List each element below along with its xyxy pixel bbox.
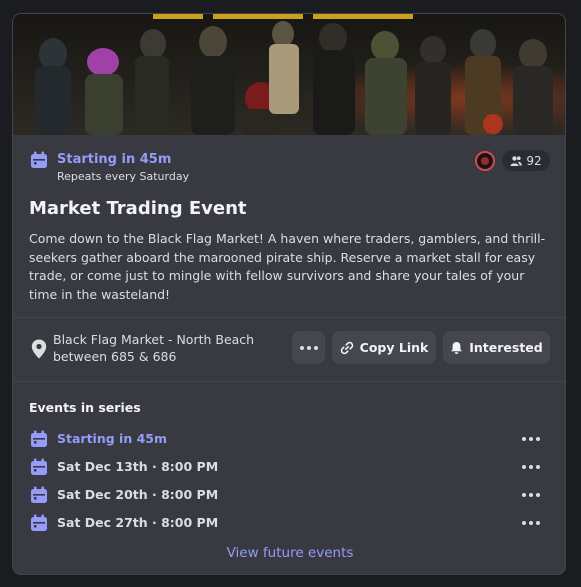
event-cover-image	[13, 14, 565, 135]
series-item[interactable]: Sat Dec 13th · 8:00 PM	[13, 456, 565, 478]
interested-label: Interested	[469, 340, 543, 355]
calendar-icon	[29, 429, 48, 448]
series-item[interactable]: Sat Dec 27th · 8:00 PM	[13, 512, 565, 534]
view-future-events-link[interactable]: View future events	[13, 545, 565, 561]
repeat-note: Repeats every Saturday	[57, 170, 190, 183]
series-item-label: Starting in 45m	[57, 431, 167, 446]
series-item-label: Sat Dec 27th · 8:00 PM	[57, 515, 219, 530]
calendar-icon	[29, 485, 48, 504]
copy-link-button[interactable]: Copy Link	[332, 331, 436, 364]
bell-icon	[450, 341, 463, 355]
event-title: Market Trading Event	[29, 198, 247, 219]
series-item-label: Sat Dec 13th · 8:00 PM	[57, 459, 219, 474]
server-avatar[interactable]	[475, 151, 495, 171]
more-dots-icon	[522, 493, 540, 497]
event-card: Starting in 45m Repeats every Saturday 9…	[12, 13, 566, 575]
more-options-button[interactable]	[292, 331, 325, 364]
event-description: Come down to the Black Flag Market! A ha…	[29, 231, 546, 302]
calendar-icon	[29, 150, 48, 169]
series-item-more-button[interactable]	[519, 484, 543, 506]
copy-link-label: Copy Link	[359, 340, 429, 355]
divider	[13, 317, 565, 318]
location-line-2: between 685 & 686	[53, 349, 177, 364]
attendee-count-badge[interactable]: 92	[502, 150, 550, 171]
series-item-label: Sat Dec 20th · 8:00 PM	[57, 487, 219, 502]
series-item[interactable]: Sat Dec 20th · 8:00 PM	[13, 484, 565, 506]
calendar-icon	[29, 513, 48, 532]
divider	[13, 381, 565, 382]
series-item-more-button[interactable]	[519, 512, 543, 534]
link-icon	[340, 341, 354, 355]
event-location: Black Flag Market - North Beach between …	[53, 331, 263, 365]
more-dots-icon	[522, 465, 540, 469]
series-item-more-button[interactable]	[519, 428, 543, 450]
calendar-icon	[29, 457, 48, 476]
series-item-more-button[interactable]	[519, 456, 543, 478]
attendee-count: 92	[526, 153, 542, 168]
more-dots-icon	[299, 345, 318, 350]
location-line-1: Black Flag Market - North Beach	[53, 332, 255, 347]
event-status: Starting in 45m	[57, 152, 172, 167]
more-dots-icon	[522, 437, 540, 441]
more-dots-icon	[522, 521, 540, 525]
interested-button[interactable]: Interested	[443, 331, 550, 364]
series-heading: Events in series	[29, 400, 141, 415]
series-item[interactable]: Starting in 45m	[13, 428, 565, 450]
location-pin-icon	[31, 339, 47, 359]
people-icon	[510, 155, 523, 167]
